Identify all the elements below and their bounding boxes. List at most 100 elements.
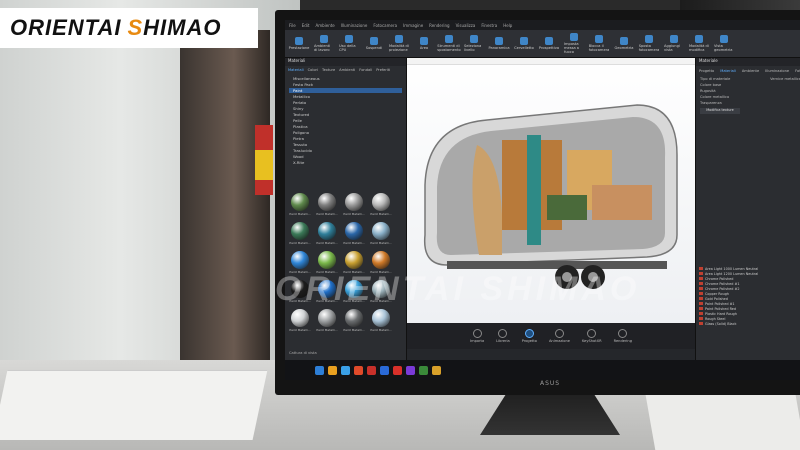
tree-item[interactable]: Paint (289, 88, 402, 93)
material-swatch[interactable]: Paint Metalli... (289, 222, 311, 248)
material-swatch[interactable]: Paint Metalli... (370, 193, 392, 219)
tree-item[interactable]: Plastica (289, 124, 402, 129)
swatch-label: Paint Metalli... (370, 241, 392, 245)
tree-item[interactable]: Poligono (289, 130, 402, 135)
tree-item[interactable]: Miscellaneous (289, 76, 402, 81)
ribbon-button[interactable]: Sposta fotocamera (639, 35, 659, 52)
ribbon-label: Uso della CPU (339, 44, 356, 52)
tree-item[interactable]: X-Rite (289, 160, 402, 165)
property-row: Trasparenza (696, 100, 800, 106)
ribbon-button[interactable]: Prospettiva (539, 37, 559, 50)
ribbon-button[interactable]: Strumenti di spostamento (437, 35, 461, 52)
menu-item[interactable]: Ambiente (315, 23, 334, 28)
tree-item[interactable]: Textured (289, 112, 402, 117)
tab[interactable]: Texture (322, 68, 335, 72)
tree-item[interactable]: Shiny (289, 106, 402, 111)
ribbon-button[interactable]: Geometria (614, 37, 634, 50)
tab[interactable]: Colori (308, 68, 318, 72)
ribbon-button[interactable]: Uso della CPU (339, 35, 359, 52)
acrobat-icon[interactable] (367, 365, 376, 375)
library-item-label: Chrome Polished #2 (705, 286, 740, 291)
material-swatch[interactable]: Paint Metalli... (316, 193, 338, 219)
material-swatch[interactable]: Paint Metalli... (316, 222, 338, 248)
edit-texture-button[interactable]: Modifica texture (700, 108, 740, 114)
firefox-icon[interactable] (354, 365, 363, 375)
tab[interactable]: Ambienti (339, 68, 355, 72)
bottom-tab[interactable]: Progetto (522, 329, 537, 343)
ribbon-button[interactable]: Imposta messa a fuoco (564, 33, 584, 54)
ribbon-button[interactable]: Area (414, 37, 434, 50)
ribbon-label: Imposta messa a fuoco (564, 42, 580, 54)
menu-item[interactable]: Fotocamera (373, 23, 397, 28)
ribbon-button[interactable]: Modalità di modifica (689, 35, 709, 52)
tree-item[interactable]: Metallico (289, 94, 402, 99)
ribbon-button[interactable]: Aggiungi vista (664, 35, 684, 52)
tab[interactable]: Fotocamera (795, 69, 800, 73)
property-value[interactable]: Vernice metallica (770, 77, 800, 81)
menu-item[interactable]: Immagine (403, 23, 423, 28)
app-icon[interactable] (432, 365, 441, 375)
menu-item[interactable]: Visualizza (456, 23, 476, 28)
material-swatch[interactable]: Paint Metalli... (370, 222, 392, 248)
partition (527, 135, 541, 245)
tree-item[interactable]: Wood (289, 154, 402, 159)
swatch-label: Paint Metalli... (343, 212, 365, 216)
ribbon-label: Sospendi (365, 46, 383, 50)
menu-item[interactable]: File (289, 23, 296, 28)
library-item[interactable]: Glass (Solid) Black (699, 321, 800, 326)
app-icon[interactable] (406, 365, 415, 375)
material-swatch[interactable]: Paint Metalli... (343, 309, 365, 335)
browser-icon[interactable] (341, 365, 350, 375)
ribbon-label: Cervelletto (514, 46, 534, 50)
photoshop-icon[interactable] (380, 365, 389, 375)
app-icon[interactable] (393, 365, 402, 375)
tab[interactable]: Preferiti (376, 68, 390, 72)
ribbon-button[interactable]: Blocca il fotocamera (589, 35, 609, 52)
ribbon-label: Sposta fotocamera (638, 44, 660, 52)
menu-item[interactable]: Illuminazione (341, 23, 368, 28)
ribbon-button[interactable]: Cervelletto (514, 37, 534, 50)
bottom-tab[interactable]: Rendering (614, 329, 632, 343)
app-icon[interactable] (419, 365, 428, 375)
material-swatch[interactable]: Paint Metalli... (343, 193, 365, 219)
start-icon[interactable] (315, 365, 324, 375)
tab[interactable]: Fondali (359, 68, 372, 72)
monitor-brand: ASUS (540, 380, 561, 387)
tab[interactable]: Progetto (699, 69, 714, 73)
ribbon-button[interactable]: Prestazione (289, 37, 309, 50)
menu-item[interactable]: Help (503, 23, 512, 28)
bottom-tab[interactable]: Importa (470, 329, 484, 343)
menu-item[interactable]: Rendering (429, 23, 449, 28)
tree-item[interactable]: Festa Pack (289, 82, 402, 87)
tree-item[interactable]: Traslucido (289, 148, 402, 153)
ribbon-button[interactable]: Ambienti di lavoro (314, 35, 334, 52)
tree-item[interactable]: Perlato (289, 100, 402, 105)
ribbon-button[interactable]: Panoramica (488, 37, 510, 50)
material-swatch[interactable]: Paint Metalli... (370, 309, 392, 335)
material-swatch[interactable]: Paint Metalli... (343, 222, 365, 248)
folder-icon[interactable] (328, 365, 337, 375)
material-swatches: Paint Metalli... Paint Metalli... Paint Me… (289, 193, 392, 335)
ribbon-button[interactable]: Modalità di proiezione (389, 35, 409, 52)
menu-item[interactable]: Finestra (481, 23, 497, 28)
material-swatch[interactable]: Paint Metalli... (316, 309, 338, 335)
material-swatch[interactable]: Paint Metalli... (289, 309, 311, 335)
logo-accent-letter: S (127, 15, 144, 40)
tree-item[interactable]: Tessuto (289, 142, 402, 147)
material-swatch[interactable]: Paint Metalli... (289, 193, 311, 219)
bottom-tab[interactable]: Libreria (496, 329, 510, 343)
tab[interactable]: Materiali (720, 69, 736, 73)
bottom-tab[interactable]: Animazione (549, 329, 570, 343)
ribbon-button[interactable]: Seleziona livello (464, 35, 484, 52)
tree-item[interactable]: Pelle (289, 118, 402, 123)
bottom-tab[interactable]: KeyShotXR (582, 329, 602, 343)
ribbon-button[interactable]: Vista geometria (714, 35, 734, 52)
tree-item[interactable]: Pietra (289, 136, 402, 141)
tab[interactable]: Ambiente (742, 69, 759, 73)
panel-tabs: Progetto Materiali Ambiente Illuminazione Fo… (696, 66, 800, 76)
tab[interactable]: Illuminazione (765, 69, 789, 73)
menu-item[interactable]: Edit (302, 23, 310, 28)
tab[interactable]: Materiali (288, 68, 304, 72)
ribbon-button[interactable]: Sospendi (364, 37, 384, 50)
library-item-label: Area Light 1000 Lumen Neutral (705, 266, 759, 271)
